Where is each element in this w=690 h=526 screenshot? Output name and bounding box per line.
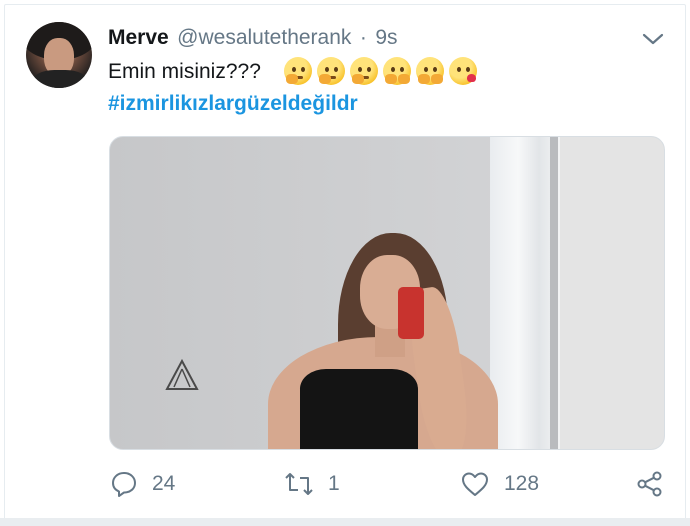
user-handle[interactable]: @wesalutetherank [177,26,351,49]
avatar[interactable] [26,22,92,88]
timeline-divider [0,518,690,526]
share-icon[interactable] [636,470,664,498]
separator-dot: · [359,26,367,49]
share-action[interactable] [636,470,664,498]
like-action[interactable]: 128 [460,470,539,498]
tweet-header: Merve @wesalutetherank · 9s [108,26,398,50]
reply-action[interactable]: 24 [110,470,175,498]
tweet-photo[interactable] [109,136,665,450]
hanger-icon [165,359,199,390]
tweet-actions: 24 1 128 [0,470,690,510]
tweet-text: Emin misiniz??? [108,60,261,83]
hashtag-link[interactable]: #izmirlikızlargüzeldeğildr [108,92,358,116]
thinking-face-icon [284,57,312,85]
hugging-face-icon [383,57,411,85]
chevron-down-icon[interactable] [641,28,665,50]
thinking-face-icon [317,57,345,85]
hugging-face-icon [416,57,444,85]
retweet-icon[interactable] [284,470,314,498]
emoji-row [284,57,477,85]
tweet-timestamp[interactable]: 9s [375,26,397,49]
thinking-face-icon [350,57,378,85]
reply-icon[interactable] [110,470,138,498]
like-count: 128 [504,472,540,495]
reply-count: 24 [152,472,176,495]
face-blowing-kiss-icon [449,57,477,85]
heart-icon[interactable] [460,470,490,498]
retweet-count: 1 [328,472,340,495]
phone-in-photo [398,287,424,339]
retweet-action[interactable]: 1 [284,470,340,498]
display-name[interactable]: Merve [108,26,169,49]
